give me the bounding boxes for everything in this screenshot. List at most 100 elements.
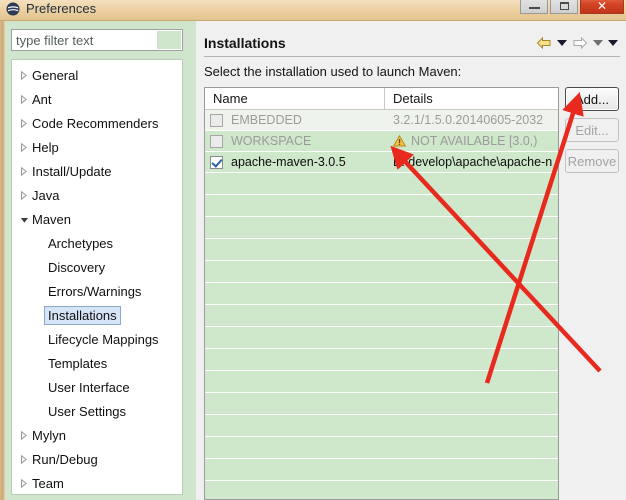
- back-dropdown-chevron-down-icon[interactable]: [557, 39, 567, 46]
- window-titlebar: Preferences ✕: [0, 0, 626, 21]
- table-empty-row: [205, 481, 558, 499]
- sidebar-item-help[interactable]: Help: [12, 135, 182, 159]
- dialog-body: type filter text General Ant Code Recommen…: [0, 21, 626, 500]
- preferences-content-pane: Installations Select the installation us…: [196, 21, 626, 500]
- table-empty-row: [205, 371, 558, 393]
- sidebar-item-label: Archetypes: [48, 235, 114, 251]
- row-checkbox[interactable]: [210, 155, 223, 169]
- column-header-details[interactable]: Details: [385, 88, 558, 109]
- preferences-sidebar: type filter text General Ant Code Recommen…: [0, 21, 196, 500]
- chevron-right-icon[interactable]: [16, 428, 32, 443]
- page-menu-chevron-down-icon[interactable]: [608, 39, 618, 46]
- chevron-right-icon[interactable]: [16, 452, 32, 467]
- sidebar-item-templates[interactable]: Templates: [12, 351, 182, 375]
- installation-name: EMBEDDED: [231, 113, 302, 127]
- sidebar-item-installations[interactable]: Installations: [12, 303, 182, 327]
- eclipse-icon: [6, 2, 20, 16]
- table-empty-row: [205, 217, 558, 239]
- sidebar-item-archetypes[interactable]: Archetypes: [12, 231, 182, 255]
- sidebar-item-label: Help: [32, 139, 59, 155]
- chevron-down-icon[interactable]: [16, 212, 32, 227]
- table-empty-row: [205, 393, 558, 415]
- installation-name: apache-maven-3.0.5: [231, 155, 346, 169]
- sidebar-item-run-debug[interactable]: Run/Debug: [12, 447, 182, 471]
- table-empty-row: [205, 283, 558, 305]
- cell-details: 3.2.1/1.5.0.20140605-2032: [385, 113, 558, 127]
- sidebar-item-label: Templates: [48, 355, 108, 371]
- chevron-right-icon[interactable]: [16, 188, 32, 203]
- preferences-tree[interactable]: General Ant Code Recommenders Help Install/U…: [11, 59, 183, 495]
- button-label: Remove: [567, 153, 617, 169]
- sidebar-item-java[interactable]: Java: [12, 183, 182, 207]
- page-subtitle: Select the installation used to launch M…: [204, 64, 462, 79]
- cell-details: E:\develop\apache\apache-n: [385, 155, 558, 169]
- sidebar-item-code-recommenders[interactable]: Code Recommenders: [12, 111, 182, 135]
- sidebar-item-label: Lifecycle Mappings: [48, 331, 159, 347]
- sidebar-item-label: Run/Debug: [32, 451, 98, 467]
- sidebar-item-label: Discovery: [48, 259, 106, 275]
- sidebar-item-label: Maven: [32, 211, 72, 227]
- cell-details: NOT AVAILABLE [3.0,): [385, 134, 558, 148]
- installation-name: WORKSPACE: [231, 134, 312, 148]
- sidebar-item-user-interface[interactable]: User Interface: [12, 375, 182, 399]
- chevron-right-icon[interactable]: [16, 476, 32, 491]
- sidebar-item-errors-warnings[interactable]: Errors/Warnings: [12, 279, 182, 303]
- sidebar-item-label: Mylyn: [32, 427, 66, 443]
- installation-details: 3.2.1/1.5.0.20140605-2032: [393, 113, 544, 127]
- column-header-name[interactable]: Name: [205, 88, 385, 109]
- sidebar-item-team[interactable]: Team: [12, 471, 182, 494]
- sidebar-item-lifecycle-mappings[interactable]: Lifecycle Mappings: [12, 327, 182, 351]
- sidebar-item-label: User Settings: [48, 403, 127, 419]
- sidebar-item-label: Team: [32, 475, 64, 491]
- chevron-right-icon[interactable]: [16, 68, 32, 83]
- sidebar-item-general[interactable]: General: [12, 63, 182, 87]
- installations-table[interactable]: Name Details EMBEDDED 3.2.1/1.5.0.2014060…: [204, 87, 559, 500]
- sidebar-item-discovery[interactable]: Discovery: [12, 255, 182, 279]
- table-empty-row: [205, 305, 558, 327]
- row-checkbox[interactable]: [210, 134, 223, 148]
- table-empty-row: [205, 195, 558, 217]
- filter-clear-icon[interactable]: [157, 31, 181, 49]
- table-row[interactable]: WORKSPACE NOT AVAILABLE [3.0,): [205, 131, 558, 152]
- remove-button: Remove: [565, 149, 619, 173]
- page-title: Installations: [204, 34, 286, 51]
- table-row[interactable]: EMBEDDED 3.2.1/1.5.0.20140605-2032: [205, 110, 558, 131]
- maximize-button[interactable]: [550, 0, 578, 14]
- table-empty-row: [205, 437, 558, 459]
- forward-dropdown-chevron-down-icon: [593, 39, 603, 46]
- sidebar-item-install-update[interactable]: Install/Update: [12, 159, 182, 183]
- chevron-right-icon[interactable]: [16, 92, 32, 107]
- sidebar-item-user-settings[interactable]: User Settings: [12, 399, 182, 423]
- table-empty-row: [205, 415, 558, 437]
- table-row[interactable]: apache-maven-3.0.5 E:\develop\apache\apac…: [205, 152, 558, 173]
- window-title-group: Preferences: [6, 1, 96, 16]
- add-button[interactable]: Add...: [565, 87, 619, 111]
- table-actions: Add... Edit... Remove: [565, 87, 619, 173]
- table-empty-row: [205, 327, 558, 349]
- button-label: Add...: [575, 91, 609, 107]
- row-checkbox[interactable]: [210, 113, 223, 127]
- window-title: Preferences: [26, 1, 97, 16]
- chevron-right-icon[interactable]: [16, 164, 32, 179]
- cell-name: EMBEDDED: [205, 113, 385, 127]
- sidebar-item-label: Installations: [44, 305, 121, 325]
- close-icon: ✕: [596, 0, 608, 13]
- sidebar-item-maven[interactable]: Maven: [12, 207, 182, 231]
- filter-input-wrap[interactable]: type filter text: [11, 29, 183, 51]
- minimize-button[interactable]: [520, 0, 548, 14]
- maximize-icon: [560, 2, 569, 10]
- table-empty-row: [205, 261, 558, 283]
- sidebar-item-mylyn[interactable]: Mylyn: [12, 423, 182, 447]
- installation-details: NOT AVAILABLE [3.0,): [411, 134, 538, 148]
- back-arrow-icon[interactable]: [536, 36, 552, 50]
- chevron-right-icon[interactable]: [16, 116, 32, 131]
- close-button[interactable]: ✕: [580, 0, 624, 14]
- table-empty-row: [205, 173, 558, 195]
- sidebar-item-label: Install/Update: [32, 163, 112, 179]
- sidebar-item-ant[interactable]: Ant: [12, 87, 182, 111]
- chevron-right-icon[interactable]: [16, 140, 32, 155]
- table-empty-row: [205, 349, 558, 371]
- cell-name: apache-maven-3.0.5: [205, 155, 385, 169]
- sidebar-item-label: Java: [32, 187, 60, 203]
- minimize-icon: [529, 7, 540, 9]
